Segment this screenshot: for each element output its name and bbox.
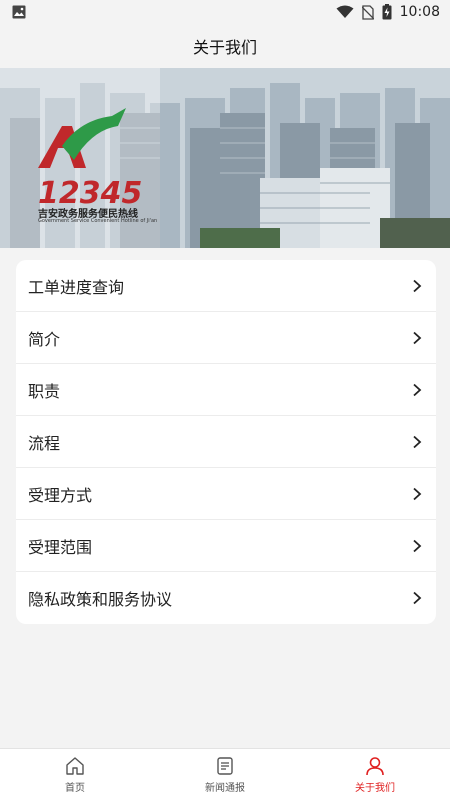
- tab-home-label: 首页: [65, 783, 85, 794]
- menu-item-label: 受理方式: [28, 485, 93, 505]
- no-sim-icon: [361, 4, 374, 20]
- battery-charging-icon: [382, 4, 392, 20]
- menu-item-privacy-policy[interactable]: 隐私政策和服务协议: [16, 572, 436, 624]
- news-icon: [217, 757, 233, 775]
- chevron-right-icon: [413, 383, 422, 396]
- status-left: [12, 5, 26, 19]
- menu-item-acceptance-scope[interactable]: 受理范围: [16, 520, 436, 572]
- menu-item-label: 简介: [28, 329, 61, 349]
- logo-english: Government Service Convenient Hotline of…: [38, 218, 158, 224]
- menu-item-introduction[interactable]: 简介: [16, 312, 436, 364]
- tab-news-label: 新闻通报: [205, 783, 245, 794]
- chevron-right-icon: [413, 591, 422, 605]
- menu-item-work-order-query[interactable]: 工单进度查询: [16, 260, 436, 312]
- image-icon: [12, 5, 26, 19]
- chevron-right-icon: [413, 279, 422, 292]
- chevron-right-icon: [413, 487, 422, 500]
- chevron-right-icon: [413, 331, 422, 344]
- status-time: 10:08: [399, 4, 440, 20]
- menu-item-process[interactable]: 流程: [16, 416, 436, 468]
- status-bar: 10:08: [0, 0, 450, 24]
- tab-news[interactable]: 新闻通报: [150, 749, 300, 800]
- page-title: 关于我们: [192, 38, 257, 57]
- chevron-right-icon: [413, 435, 422, 448]
- tab-about-us[interactable]: 关于我们: [300, 749, 450, 800]
- menu-item-acceptance-methods[interactable]: 受理方式: [16, 468, 436, 520]
- menu-list: 工单进度查询 简介 职责 流程 受理方式 受理范围 隐私政策和服务协议: [16, 260, 436, 624]
- menu-item-label: 职责: [28, 381, 61, 401]
- wifi-icon: [336, 5, 354, 18]
- home-icon: [66, 757, 84, 775]
- menu-item-label: 隐私政策和服务协议: [28, 590, 173, 609]
- bottom-nav: 首页 新闻通报 关于我们: [0, 748, 450, 800]
- banner-image: 12345 吉安政务服务便民热线 Government Service Conv…: [0, 68, 450, 248]
- user-icon: [366, 757, 384, 776]
- tab-about-us-label: 关于我们: [355, 783, 395, 794]
- menu-item-label: 工单进度查询: [28, 277, 125, 297]
- menu-item-duties[interactable]: 职责: [16, 364, 436, 416]
- menu-item-label: 受理范围: [28, 537, 93, 557]
- status-right: 10:08: [336, 4, 440, 20]
- tab-home[interactable]: 首页: [0, 749, 150, 800]
- chevron-right-icon: [413, 539, 422, 552]
- menu-item-label: 流程: [28, 433, 61, 453]
